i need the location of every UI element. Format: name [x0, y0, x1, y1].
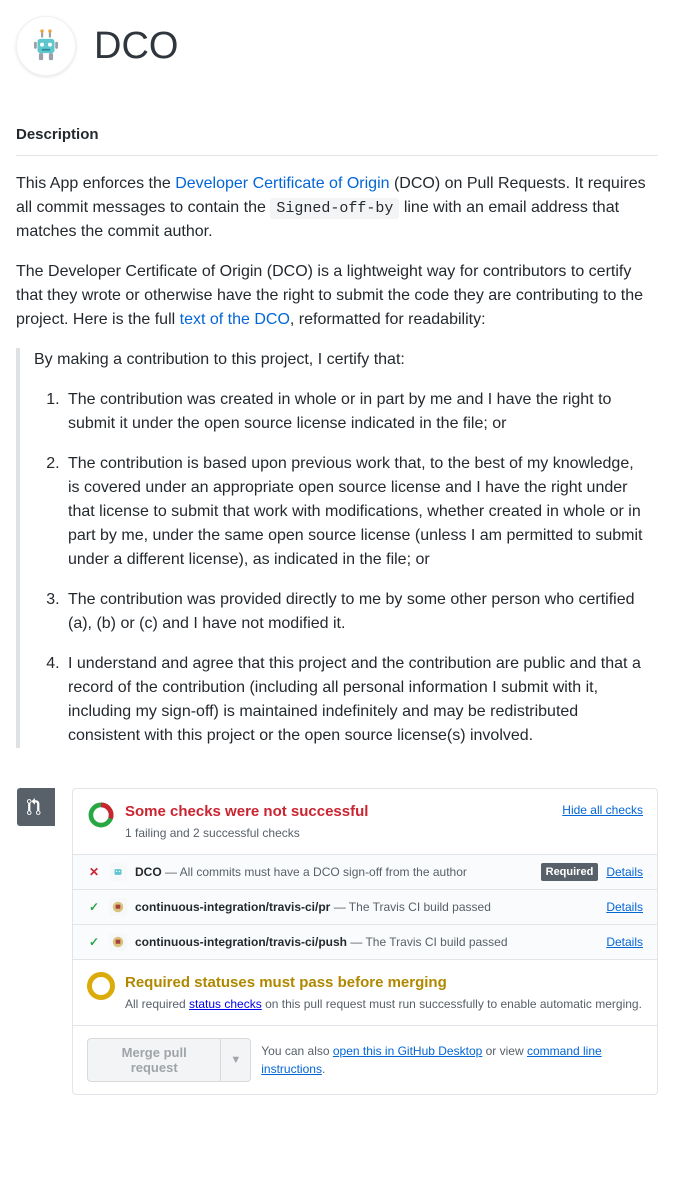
required-status-row: Required statuses must pass before mergi…: [73, 960, 657, 1026]
quote-item: I understand and agree that this project…: [64, 652, 644, 748]
x-icon: ✕: [87, 863, 101, 881]
signed-off-by-code: Signed-off-by: [270, 198, 399, 219]
required-title: Required statuses must pass before mergi…: [125, 972, 642, 995]
travis-icon: [111, 900, 125, 914]
check-avatar: [109, 863, 127, 881]
checks-title: Some checks were not successful: [125, 801, 368, 824]
checks-subtitle: 1 failing and 2 successful checks: [125, 824, 368, 842]
details-link[interactable]: Details: [606, 898, 643, 916]
git-pull-request-icon: [27, 798, 45, 816]
quote-item: The contribution is based upon previous …: [64, 452, 644, 572]
travis-icon: [111, 935, 125, 949]
merge-footer: Merge pull request ▼ You can also open t…: [73, 1026, 657, 1094]
dco-text-link[interactable]: text of the DCO: [180, 311, 290, 328]
description-heading: Description: [16, 124, 658, 156]
intro-paragraph: This App enforces the Developer Certific…: [16, 172, 658, 245]
check-avatar: [109, 933, 127, 951]
hide-all-checks-link[interactable]: Hide all checks: [562, 803, 643, 817]
quote-intro: By making a contribution to this project…: [34, 348, 644, 372]
app-title: DCO: [94, 18, 178, 75]
github-desktop-link[interactable]: open this in GitHub Desktop: [333, 1044, 482, 1058]
checkmark-icon: ✓: [87, 933, 101, 951]
check-name: continuous-integration/travis-ci/pr: [135, 900, 330, 914]
check-desc: — All commits must have a DCO sign-off f…: [162, 865, 467, 879]
pending-donut-icon: [87, 972, 115, 1000]
merge-status-panel: Some checks were not successful 1 failin…: [72, 788, 658, 1095]
merge-pull-request-button[interactable]: Merge pull request: [87, 1038, 221, 1082]
explain-paragraph: The Developer Certificate of Origin (DCO…: [16, 260, 658, 332]
required-badge: Required: [541, 863, 599, 882]
description-body: This App enforces the Developer Certific…: [16, 172, 658, 749]
robot-icon: [111, 865, 125, 879]
app-avatar: [16, 16, 76, 76]
robot-icon: [29, 29, 63, 63]
check-desc: — The Travis CI build passed: [330, 900, 491, 914]
check-name: DCO: [135, 865, 162, 879]
checkmark-icon: ✓: [87, 898, 101, 916]
check-row: ✓ continuous-integration/travis-ci/push …: [73, 925, 657, 960]
checks-status-header: Some checks were not successful 1 failin…: [73, 789, 657, 855]
required-subtitle: All required status checks on this pull …: [125, 995, 642, 1013]
details-link[interactable]: Details: [606, 933, 643, 951]
quote-list: The contribution was created in whole or…: [34, 388, 644, 748]
app-header: DCO: [16, 16, 658, 76]
check-row: ✕ DCO — All commits must have a DCO sign…: [73, 855, 657, 891]
details-link[interactable]: Details: [606, 863, 643, 881]
merge-footer-text: You can also open this in GitHub Desktop…: [261, 1042, 643, 1078]
check-name: continuous-integration/travis-ci/push: [135, 935, 347, 949]
quote-item: The contribution was provided directly t…: [64, 588, 644, 636]
check-row: ✓ continuous-integration/travis-ci/pr — …: [73, 890, 657, 925]
quote-item: The contribution was created in whole or…: [64, 388, 644, 436]
dco-quote: By making a contribution to this project…: [16, 348, 658, 748]
pull-request-icon-tab: [17, 788, 55, 826]
check-desc: — The Travis CI build passed: [347, 935, 508, 949]
status-checks-link[interactable]: status checks: [189, 997, 262, 1011]
dco-link[interactable]: Developer Certificate of Origin: [175, 175, 389, 192]
status-donut-icon: [87, 801, 115, 829]
check-avatar: [109, 898, 127, 916]
merge-dropdown-button[interactable]: ▼: [221, 1038, 251, 1082]
